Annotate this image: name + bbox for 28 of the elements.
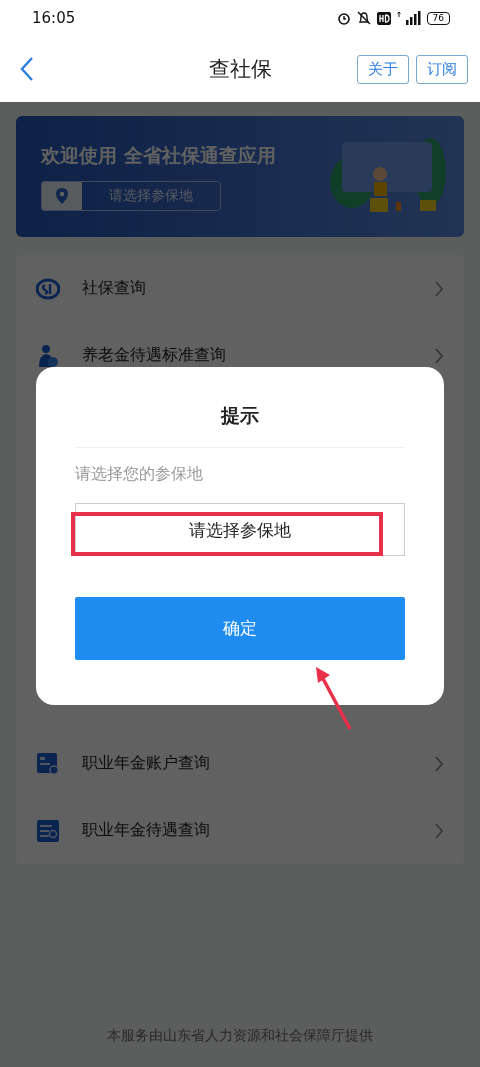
page-title: 查社保 [208,56,272,83]
menu-item[interactable]: 职业年金待遇查询 [36,797,444,864]
chevron-right-icon [434,754,444,773]
confirm-button[interactable]: 确定 [75,597,405,660]
card-search-icon [36,751,60,776]
nav-button[interactable]: 订阅 [416,54,468,84]
list-icon [36,818,60,843]
chevron-right-icon [434,821,444,840]
hd-icon [376,11,391,25]
annotation-arrow [314,667,354,731]
dialog-prompt: 请选择您的参保地 [75,464,204,485]
status-time: 16:05 [32,9,76,27]
bell-muted-icon [356,11,371,25]
battery-level: 76 [426,11,450,25]
chevron-right-icon [434,279,444,298]
dialog-title: 提示 [219,403,260,428]
signal-icon [396,11,421,25]
nav-button[interactable]: 关于 [357,54,409,84]
back-icon[interactable] [20,56,34,82]
alarm-icon [336,11,351,25]
shield-logo-icon [36,276,60,301]
menu-item[interactable]: 养老金待遇标准查询 [36,322,444,389]
location-pin-icon [56,187,68,204]
person-icon [36,343,60,368]
menu-item[interactable]: 职业年金账户查询 [36,730,444,797]
chevron-right-icon [434,346,444,365]
banner-title: 欢迎使用 全省社保通查应用 [41,142,276,168]
menu-item[interactable]: 社保查询 [36,255,444,322]
